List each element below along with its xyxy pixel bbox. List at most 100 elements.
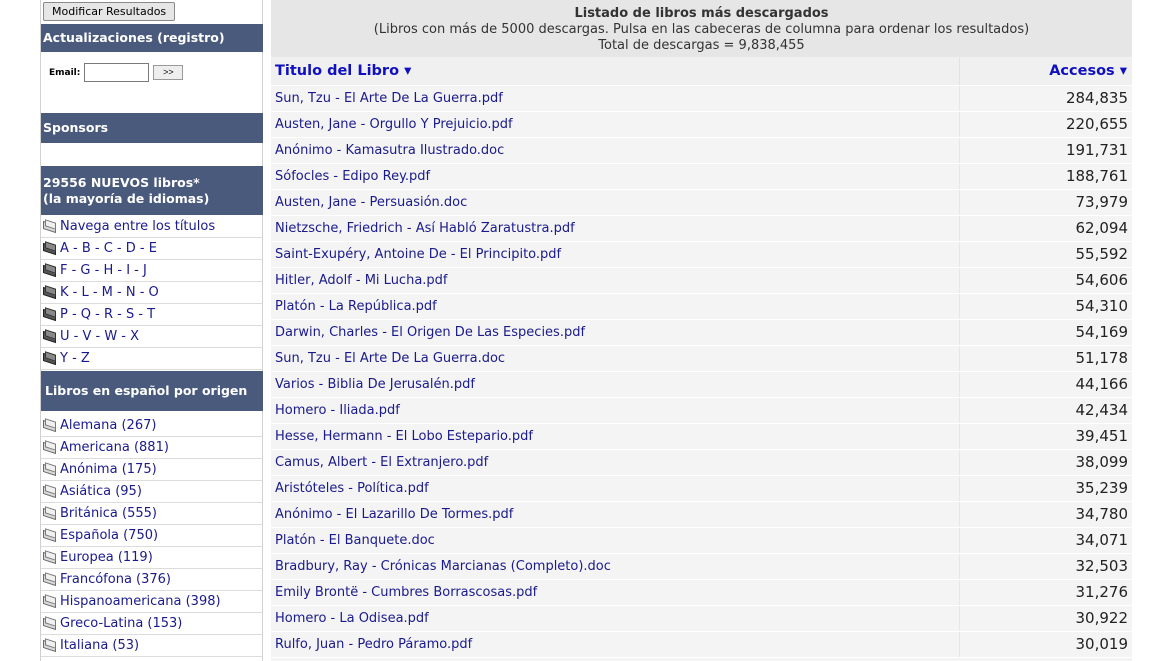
books-table-body: Sun, Tzu - El Arte De La Guerra.pdf 284,8…	[271, 85, 1132, 658]
origin-link[interactable]: Americana (881)	[60, 440, 169, 455]
total-downloads: Total de descargas = 9,838,455	[598, 38, 805, 53]
origin-link[interactable]: Italiana (53)	[60, 638, 139, 653]
email-input[interactable]	[84, 63, 150, 82]
origin-item[interactable]: Francófona (376)	[41, 569, 263, 591]
table-header-row: Titulo del Libro ▾ Accesos ▾	[271, 57, 1132, 86]
book-access-count: 30,922	[958, 605, 1132, 632]
book-access-count: 220,655	[958, 111, 1132, 138]
book-title-link[interactable]: Varios - Biblia De Jerusalén.pdf	[275, 377, 475, 392]
book-title-cell: Austen, Jane - Orgullo Y Prejuicio.pdf	[271, 111, 959, 138]
email-submit-button[interactable]: >>	[153, 65, 184, 80]
main-content: Listado de libros más descargados (Libro…	[271, 0, 1132, 661]
book-title-link[interactable]: Sun, Tzu - El Arte De La Guerra.doc	[275, 351, 505, 366]
book-title-link[interactable]: Austen, Jane - Persuasión.doc	[275, 195, 467, 210]
book-title-link[interactable]: Rulfo, Juan - Pedro Páramo.pdf	[275, 637, 472, 652]
book-title-link[interactable]: Bradbury, Ray - Crónicas Marcianas (Comp…	[275, 559, 611, 574]
book-title-link[interactable]: Nietzsche, Friedrich - Así Habló Zaratus…	[275, 221, 575, 236]
title-browse-link[interactable]: P - Q - R - S - T	[60, 307, 155, 322]
title-browse-item[interactable]: K - L - M - N - O	[41, 282, 263, 304]
origin-link[interactable]: Británica (555)	[60, 506, 157, 521]
updates-header: Actualizaciones (registro)	[41, 24, 263, 52]
book-title-link[interactable]: Austen, Jane - Orgullo Y Prejuicio.pdf	[275, 117, 513, 132]
book-title-cell: Hesse, Hermann - El Lobo Estepario.pdf	[271, 423, 959, 450]
book-dark-icon	[42, 328, 57, 343]
book-access-count: 44,166	[958, 371, 1132, 398]
title-browse-link[interactable]: F - G - H - I - J	[60, 263, 147, 278]
book-title-link[interactable]: Sun, Tzu - El Arte De La Guerra.pdf	[275, 91, 503, 106]
origin-item[interactable]: Española (750)	[41, 525, 263, 547]
title-browse-item[interactable]: Y - Z	[41, 348, 263, 370]
table-row: Hitler, Adolf - Mi Lucha.pdf 54,606	[271, 267, 1132, 294]
origin-item[interactable]: Americana (881)	[41, 437, 263, 459]
origin-link[interactable]: Francófona (376)	[60, 572, 171, 587]
book-title-link[interactable]: Anónimo - Kamasutra Ilustrado.doc	[275, 143, 504, 158]
book-icon	[42, 593, 57, 608]
book-dark-icon	[42, 350, 57, 365]
origin-item[interactable]: Europea (119)	[41, 547, 263, 569]
book-title-link[interactable]: Emily Brontë - Cumbres Borrascosas.pdf	[275, 585, 537, 600]
origin-link[interactable]: Anónima (175)	[60, 462, 157, 477]
title-browse-item[interactable]: Navega entre los títulos	[41, 216, 263, 238]
title-browse-item[interactable]: U - V - W - X	[41, 326, 263, 348]
table-row: Anónimo - El Lazarillo De Tormes.pdf 34,7…	[271, 501, 1132, 528]
book-title-link[interactable]: Aristóteles - Política.pdf	[275, 481, 429, 496]
book-title-link[interactable]: Homero - La Odisea.pdf	[275, 611, 429, 626]
origin-item[interactable]: Anónima (175)	[41, 459, 263, 481]
origin-item[interactable]: Hispanoamericana (398)	[41, 591, 263, 613]
book-title-cell: Rulfo, Juan - Pedro Páramo.pdf	[271, 631, 959, 658]
table-row: Nietzsche, Friedrich - Así Habló Zaratus…	[271, 215, 1132, 242]
new-books-count: 29556 NUEVOS libros*	[43, 175, 200, 190]
table-row: Aristóteles - Política.pdf 35,239	[271, 475, 1132, 502]
table-row: Platón - El Banquete.doc 34,071	[271, 527, 1132, 554]
book-title-cell: Austen, Jane - Persuasión.doc	[271, 189, 959, 216]
origin-item[interactable]: Greco-Latina (153)	[41, 613, 263, 635]
book-dark-icon	[42, 262, 57, 277]
book-title-link[interactable]: Camus, Albert - El Extranjero.pdf	[275, 455, 488, 470]
book-title-cell: Anónimo - El Lazarillo De Tormes.pdf	[271, 501, 959, 528]
book-access-count: 39,451	[958, 423, 1132, 450]
table-row: Camus, Albert - El Extranjero.pdf 38,099	[271, 449, 1132, 476]
title-browse-link[interactable]: Y - Z	[60, 351, 90, 366]
page-subtitle: (Libros con más de 5000 descargas. Pulsa…	[373, 22, 1030, 37]
book-title-link[interactable]: Platón - La República.pdf	[275, 299, 437, 314]
title-browse-link[interactable]: K - L - M - N - O	[60, 285, 159, 300]
book-title-link[interactable]: Saint-Exupéry, Antoine De - El Principit…	[275, 247, 561, 262]
book-title-link[interactable]: Darwin, Charles - El Origen De Las Espec…	[275, 325, 585, 340]
book-icon	[42, 527, 57, 542]
book-title-link[interactable]: Anónimo - El Lazarillo De Tormes.pdf	[275, 507, 513, 522]
book-title-link[interactable]: Hitler, Adolf - Mi Lucha.pdf	[275, 273, 448, 288]
book-access-count: 38,099	[958, 449, 1132, 476]
origin-item[interactable]: Italiana (53)	[41, 635, 263, 657]
title-browse-link[interactable]: U - V - W - X	[60, 329, 139, 344]
book-access-count: 35,239	[958, 475, 1132, 502]
book-dark-icon	[42, 284, 57, 299]
book-title-link[interactable]: Homero - Iliada.pdf	[275, 403, 400, 418]
origin-link[interactable]: Hispanoamericana (398)	[60, 594, 221, 609]
column-header-title[interactable]: Titulo del Libro ▾	[271, 57, 959, 86]
title-browse-item[interactable]: F - G - H - I - J	[41, 260, 263, 282]
origin-item[interactable]: Asiática (95)	[41, 481, 263, 503]
origin-link[interactable]: Greco-Latina (153)	[60, 616, 182, 631]
sponsors-header: Sponsors	[41, 113, 263, 143]
origin-item[interactable]: Alemana (267)	[41, 415, 263, 437]
book-title-cell: Homero - Iliada.pdf	[271, 397, 959, 424]
title-browse-link[interactable]: Navega entre los títulos	[60, 219, 215, 234]
book-title-link[interactable]: Platón - El Banquete.doc	[275, 533, 435, 548]
table-row: Sófocles - Edipo Rey.pdf 188,761	[271, 163, 1132, 190]
origin-link[interactable]: Española (750)	[60, 528, 158, 543]
book-title-link[interactable]: Hesse, Hermann - El Lobo Estepario.pdf	[275, 429, 533, 444]
origin-link[interactable]: Europea (119)	[60, 550, 153, 565]
modify-results-button[interactable]: Modificar Resultados	[43, 2, 176, 21]
origin-link[interactable]: Alemana (267)	[60, 418, 156, 433]
sidebar: Modificar Resultados Actualizaciones (re…	[40, 0, 263, 661]
title-browse-link[interactable]: A - B - C - D - E	[60, 241, 157, 256]
origin-link[interactable]: Asiática (95)	[60, 484, 142, 499]
title-browse-item[interactable]: P - Q - R - S - T	[41, 304, 263, 326]
book-title-link[interactable]: Sófocles - Edipo Rey.pdf	[275, 169, 430, 184]
book-access-count: 42,434	[958, 397, 1132, 424]
column-header-accesses[interactable]: Accesos ▾	[958, 57, 1132, 86]
title-browse-item[interactable]: A - B - C - D - E	[41, 238, 263, 260]
origin-item[interactable]: Británica (555)	[41, 503, 263, 525]
book-title-cell: Aristóteles - Política.pdf	[271, 475, 959, 502]
table-row: Platón - La República.pdf 54,310	[271, 293, 1132, 320]
